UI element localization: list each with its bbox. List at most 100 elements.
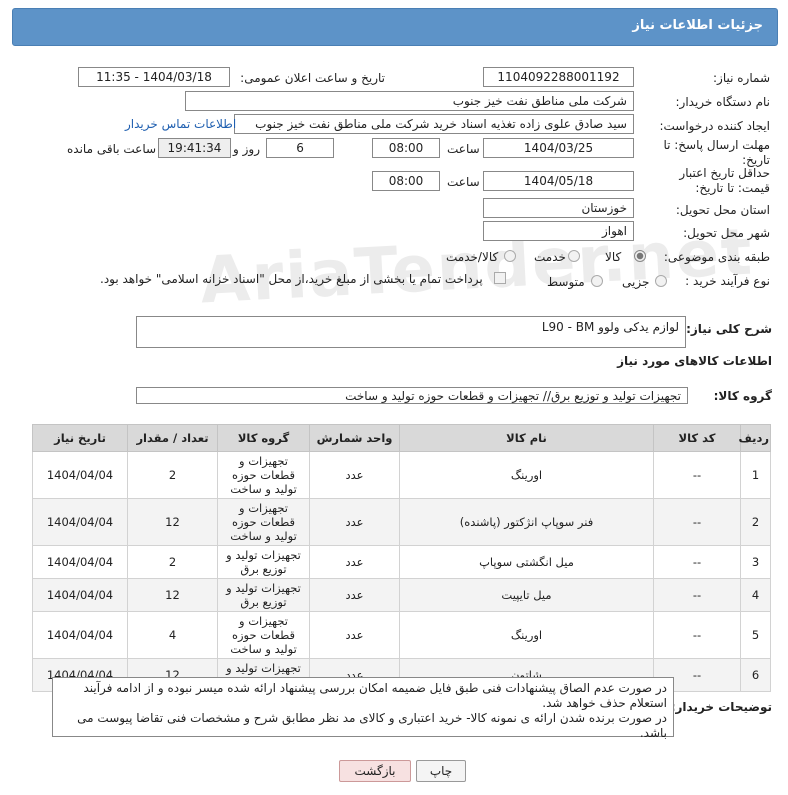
cell-date: 1404/04/04	[32, 611, 128, 659]
table-row[interactable]: 2 -- فنر سوپاپ انژکتور (پاشنده) عدد تجهی…	[32, 498, 771, 546]
cell-code: --	[653, 611, 741, 659]
category-radio-goods-service[interactable]	[504, 250, 516, 262]
window-title-bar: جزئیات اطلاعات نیاز	[12, 8, 778, 46]
category-label: طبقه بندی موضوعی:	[663, 250, 770, 264]
buyer-notes-label: توضیحات خریدار:	[670, 700, 772, 714]
category-option-goods: کالا	[605, 250, 622, 264]
deadline-time-label: ساعت	[447, 142, 480, 156]
cell-qty: 2	[127, 545, 218, 579]
process-option-medium: متوسط	[547, 275, 585, 289]
cell-unit: عدد	[309, 578, 400, 612]
announce-date-field[interactable]: 1404/03/18 - 11:35	[78, 67, 230, 87]
table-row[interactable]: 5 -- اورینگ عدد تجهیزات و قطعات حوزه تول…	[32, 611, 771, 659]
cell-name: میل تایپیت	[399, 578, 654, 612]
buyer-org-field[interactable]: شرکت ملی مناطق نفت خیز جنوب	[185, 91, 634, 111]
buyer-notes-line-2: در صورت برنده شدن ارائه ی نمونه کالا- خر…	[77, 711, 667, 740]
days-field[interactable]: 6	[266, 138, 334, 158]
cell-date: 1404/04/04	[32, 451, 128, 499]
deadline-label: مهلت ارسال پاسخ: تا تاریخ:	[663, 138, 770, 167]
cell-date: 1404/04/04	[32, 578, 128, 612]
requester-field[interactable]: سید صادق علوی زاده تغذیه اسناد خرید شرکت…	[234, 114, 634, 134]
deadline-date-field[interactable]: 1404/03/25	[483, 138, 634, 158]
cell-unit: عدد	[309, 611, 400, 659]
cell-index: 5	[740, 611, 771, 659]
treasury-payment-checkbox[interactable]	[494, 272, 506, 284]
cell-qty: 12	[127, 498, 218, 546]
buyer-contact-link[interactable]: اطلاعات تماس خریدار	[125, 117, 236, 131]
items-table: ردیف کد کالا نام کالا واحد شمارش گروه کا…	[32, 424, 771, 692]
cell-name: فنر سوپاپ انژکتور (پاشنده)	[399, 498, 654, 546]
treasury-payment-note: پرداخت تمام یا بخشی از مبلغ خرید،از محل …	[100, 272, 483, 286]
category-radio-service[interactable]	[568, 250, 580, 262]
province-label: استان محل تحویل:	[675, 203, 770, 217]
days-label: روز و	[233, 142, 260, 156]
process-label: نوع فرآیند خرید :	[685, 274, 770, 288]
process-radio-medium[interactable]	[591, 275, 603, 287]
cell-name: اورینگ	[399, 611, 654, 659]
cell-qty: 2	[127, 451, 218, 499]
cell-group: تجهیزات تولید و توزیع برق	[217, 578, 310, 612]
header-qty: تعداد / مقدار	[127, 424, 218, 452]
cell-unit: عدد	[309, 498, 400, 546]
cell-qty: 12	[127, 578, 218, 612]
province-field[interactable]: خوزستان	[483, 198, 634, 218]
goods-group-field[interactable]: تجهیزات تولید و توزیع برق// تجهیزات و قط…	[136, 387, 688, 404]
cell-name: میل انگشتی سوپاپ	[399, 545, 654, 579]
header-row-index: ردیف	[738, 424, 771, 452]
cell-code: --	[653, 578, 741, 612]
announce-date-label: تاریخ و ساعت اعلان عمومی:	[240, 71, 385, 85]
buyer-org-label: نام دستگاه خریدار:	[675, 95, 771, 109]
buyer-notes-field[interactable]: در صورت عدم الصاق پیشنهادات فنی طبق فایل…	[52, 677, 674, 740]
cell-code: --	[653, 545, 741, 579]
print-button[interactable]: چاپ	[416, 760, 466, 782]
cell-group: تجهیزات و قطعات حوزه تولید و ساخت	[217, 498, 310, 546]
window-title: جزئیات اطلاعات نیاز	[632, 18, 763, 33]
cell-group: تجهیزات و قطعات حوزه تولید و ساخت	[217, 611, 310, 659]
cell-qty: 4	[127, 611, 218, 659]
cell-index: 4	[740, 578, 771, 612]
remaining-time-label: ساعت باقی مانده	[67, 142, 157, 156]
cell-unit: عدد	[309, 545, 400, 579]
header-date: تاریخ نیاز	[32, 424, 128, 452]
table-row[interactable]: 4 -- میل تایپیت عدد تجهیزات تولید و توزی…	[32, 578, 771, 612]
remaining-time-field: 19:41:34	[158, 138, 231, 158]
cell-name: اورینگ	[399, 451, 654, 499]
header-code: کد کالا	[653, 424, 741, 452]
cell-code: --	[653, 498, 741, 546]
goods-section-title: اطلاعات کالاهای مورد نیاز	[617, 354, 772, 368]
process-radio-minor[interactable]	[655, 275, 667, 287]
process-option-minor: جزیی	[622, 275, 650, 289]
header-name: نام کالا	[399, 424, 654, 452]
category-radio-goods[interactable]	[634, 250, 646, 262]
category-option-goods-service: کالا/خدمت	[446, 250, 499, 264]
summary-field[interactable]: لوازم یدکی ولوو L90 - BM	[136, 316, 686, 348]
table-row[interactable]: 3 -- میل انگشتی سوپاپ عدد تجهیزات تولید …	[32, 545, 771, 579]
cell-index: 6	[740, 658, 771, 692]
city-label: شهر محل تحویل:	[683, 226, 770, 240]
watermark: AriaTender.net	[198, 215, 756, 319]
header-unit: واحد شمارش	[309, 424, 400, 452]
goods-group-label: گروه کالا:	[713, 389, 772, 403]
validity-time-label: ساعت	[447, 175, 480, 189]
table-row[interactable]: 1 -- اورینگ عدد تجهیزات و قطعات حوزه تول…	[32, 451, 771, 499]
cell-index: 3	[740, 545, 771, 579]
cell-index: 1	[740, 451, 771, 499]
deadline-time-field[interactable]: 08:00	[372, 138, 440, 158]
requester-label: ایجاد کننده درخواست:	[659, 119, 770, 133]
summary-label: شرح کلی نیاز:	[686, 322, 772, 336]
cell-unit: عدد	[309, 451, 400, 499]
cell-date: 1404/04/04	[32, 498, 128, 546]
category-option-service: خدمت	[534, 250, 566, 264]
back-button[interactable]: بازگشت	[339, 760, 411, 782]
cell-index: 2	[740, 498, 771, 546]
validity-time-field[interactable]: 08:00	[372, 171, 440, 191]
cell-group: تجهیزات تولید و توزیع برق	[217, 545, 310, 579]
cell-group: تجهیزات و قطعات حوزه تولید و ساخت	[217, 451, 310, 499]
buyer-notes-line-1: در صورت عدم الصاق پیشنهادات فنی طبق فایل…	[83, 681, 667, 710]
need-number-label: شماره نیاز:	[713, 71, 770, 85]
validity-date-field[interactable]: 1404/05/18	[483, 171, 634, 191]
need-number-field[interactable]: 1104092288001192	[483, 67, 634, 87]
cell-date: 1404/04/04	[32, 545, 128, 579]
city-field[interactable]: اهواز	[483, 221, 634, 241]
cell-code: --	[653, 451, 741, 499]
